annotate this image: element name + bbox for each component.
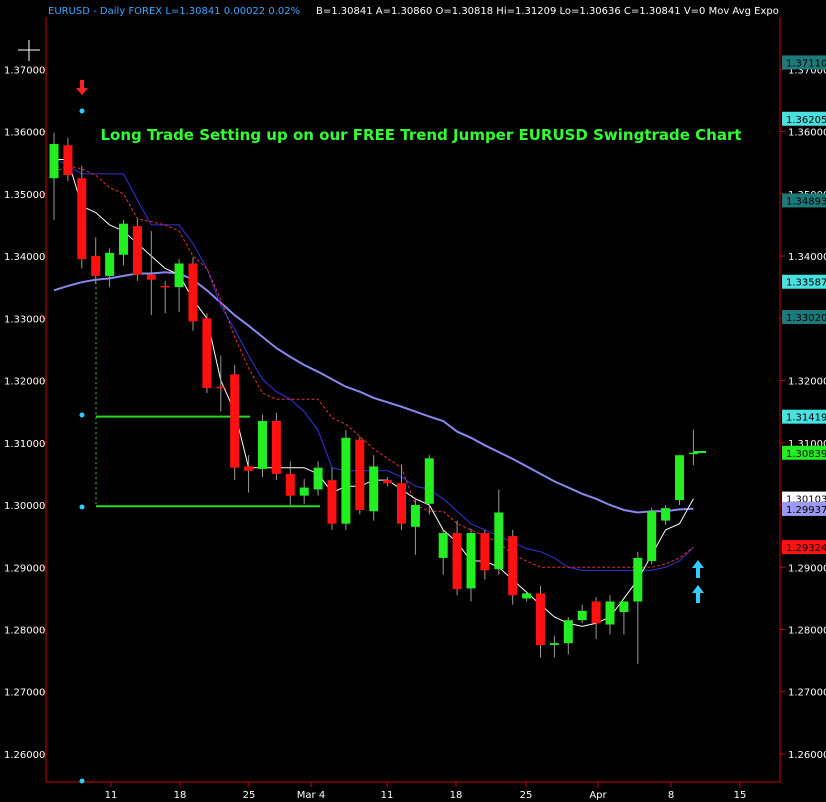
- chart-title: Long Trade Setting up on our FREE Trend …: [100, 126, 741, 144]
- price-label-text: 1.31419: [786, 413, 826, 424]
- header-quote-info: B=1.30841 A=1.30860 O=1.30818 Hi=1.31209…: [316, 6, 779, 17]
- y-tick-label: 1.31000: [4, 439, 45, 450]
- price-chart: EURUSD - Daily FOREX L=1.30841 0.00022 0…: [0, 0, 826, 802]
- x-tick-label: 25: [243, 790, 256, 801]
- y-tick-label: 1.26000: [788, 750, 826, 761]
- x-tick-label: 15: [734, 790, 747, 801]
- price-label-text: 1.33587: [786, 278, 826, 289]
- candle-down: [244, 466, 254, 471]
- x-tick-label: 18: [450, 790, 463, 801]
- candle-up: [549, 643, 559, 646]
- candle-up: [258, 420, 267, 469]
- candle-down: [202, 318, 212, 388]
- y-tick-label: 1.32000: [4, 377, 45, 388]
- candle-up: [438, 533, 448, 558]
- candle-up: [369, 466, 379, 512]
- y-tick-label: 1.36000: [4, 128, 45, 139]
- header-symbol-info: EURUSD - Daily FOREX L=1.30841 0.00022 0…: [48, 6, 300, 17]
- y-tick-label: 1.34000: [788, 252, 826, 263]
- candle-down: [146, 274, 156, 280]
- candle-up: [49, 143, 59, 179]
- y-tick-label: 1.32000: [788, 377, 826, 388]
- price-label-text: 1.33020: [786, 313, 826, 324]
- y-tick-label: 1.29000: [4, 563, 45, 574]
- y-tick-label: 1.34000: [4, 252, 45, 263]
- candle-down: [188, 263, 198, 322]
- candle-down: [327, 480, 337, 524]
- candle-up: [633, 557, 643, 602]
- y-tick-label: 1.27000: [4, 688, 45, 699]
- candle-up: [299, 487, 309, 496]
- price-label-text: 1.34893: [786, 196, 826, 207]
- candle-up: [647, 511, 657, 562]
- candle-up: [522, 593, 532, 599]
- x-tick-label: 18: [174, 790, 187, 801]
- x-tick-label: Apr: [589, 790, 607, 801]
- candle-up: [661, 508, 671, 521]
- x-tick-label: 25: [520, 790, 533, 801]
- y-tick-label: 1.35000: [4, 190, 45, 201]
- price-label-text: 1.29937: [786, 505, 826, 516]
- y-tick-label: 1.29000: [788, 563, 826, 574]
- x-tick-label: 11: [105, 790, 118, 801]
- candle-up: [424, 458, 434, 504]
- signal-dot: [79, 412, 85, 418]
- candle-up: [341, 437, 351, 524]
- candle-up: [494, 512, 504, 570]
- candle-down: [452, 533, 462, 590]
- candle-up: [105, 252, 115, 276]
- price-label-text: 1.37110: [786, 58, 826, 69]
- y-tick-label: 1.28000: [4, 625, 45, 636]
- candle-up: [410, 505, 420, 527]
- candle-up: [675, 455, 684, 501]
- y-tick-label: 1.37000: [4, 65, 45, 76]
- candle-down: [383, 480, 393, 484]
- candle-up: [605, 601, 615, 625]
- candle-down: [536, 593, 545, 646]
- y-tick-label: 1.33000: [4, 314, 45, 325]
- signal-dot: [79, 108, 85, 114]
- candle-down: [63, 145, 73, 176]
- candle-up: [174, 263, 184, 288]
- candle-down: [77, 178, 87, 260]
- candle-up: [313, 467, 323, 490]
- price-label-text: 1.36205: [786, 115, 826, 126]
- y-tick-label: 1.26000: [4, 750, 45, 761]
- candle-down: [216, 386, 226, 389]
- price-label-text: 1.29324: [786, 543, 826, 554]
- candle-up: [563, 620, 573, 644]
- candle-down: [480, 533, 490, 571]
- candle-up: [619, 601, 629, 613]
- candle-down: [271, 420, 281, 474]
- x-tick-label: 11: [381, 790, 394, 801]
- signal-dot: [79, 504, 85, 510]
- candle-down: [355, 439, 365, 510]
- candle-down: [160, 285, 170, 288]
- candle-up: [466, 533, 476, 589]
- candle-down: [508, 536, 518, 596]
- y-tick-label: 1.30000: [4, 501, 45, 512]
- candle-down: [285, 473, 295, 496]
- candle-up: [119, 223, 128, 255]
- candle-down: [91, 256, 101, 276]
- candle-down: [132, 226, 142, 275]
- signal-dot: [79, 778, 85, 784]
- x-tick-label: 8: [668, 790, 674, 801]
- price-label-text: 1.30839: [786, 449, 826, 460]
- y-tick-label: 1.36000: [788, 128, 826, 139]
- candle-down: [591, 601, 601, 624]
- candle-up: [577, 610, 587, 621]
- x-tick-label: Mar 4: [297, 790, 325, 801]
- y-tick-label: 1.27000: [788, 688, 826, 699]
- y-tick-label: 1.28000: [788, 625, 826, 636]
- candle-down: [230, 374, 240, 468]
- candle-down: [397, 483, 406, 524]
